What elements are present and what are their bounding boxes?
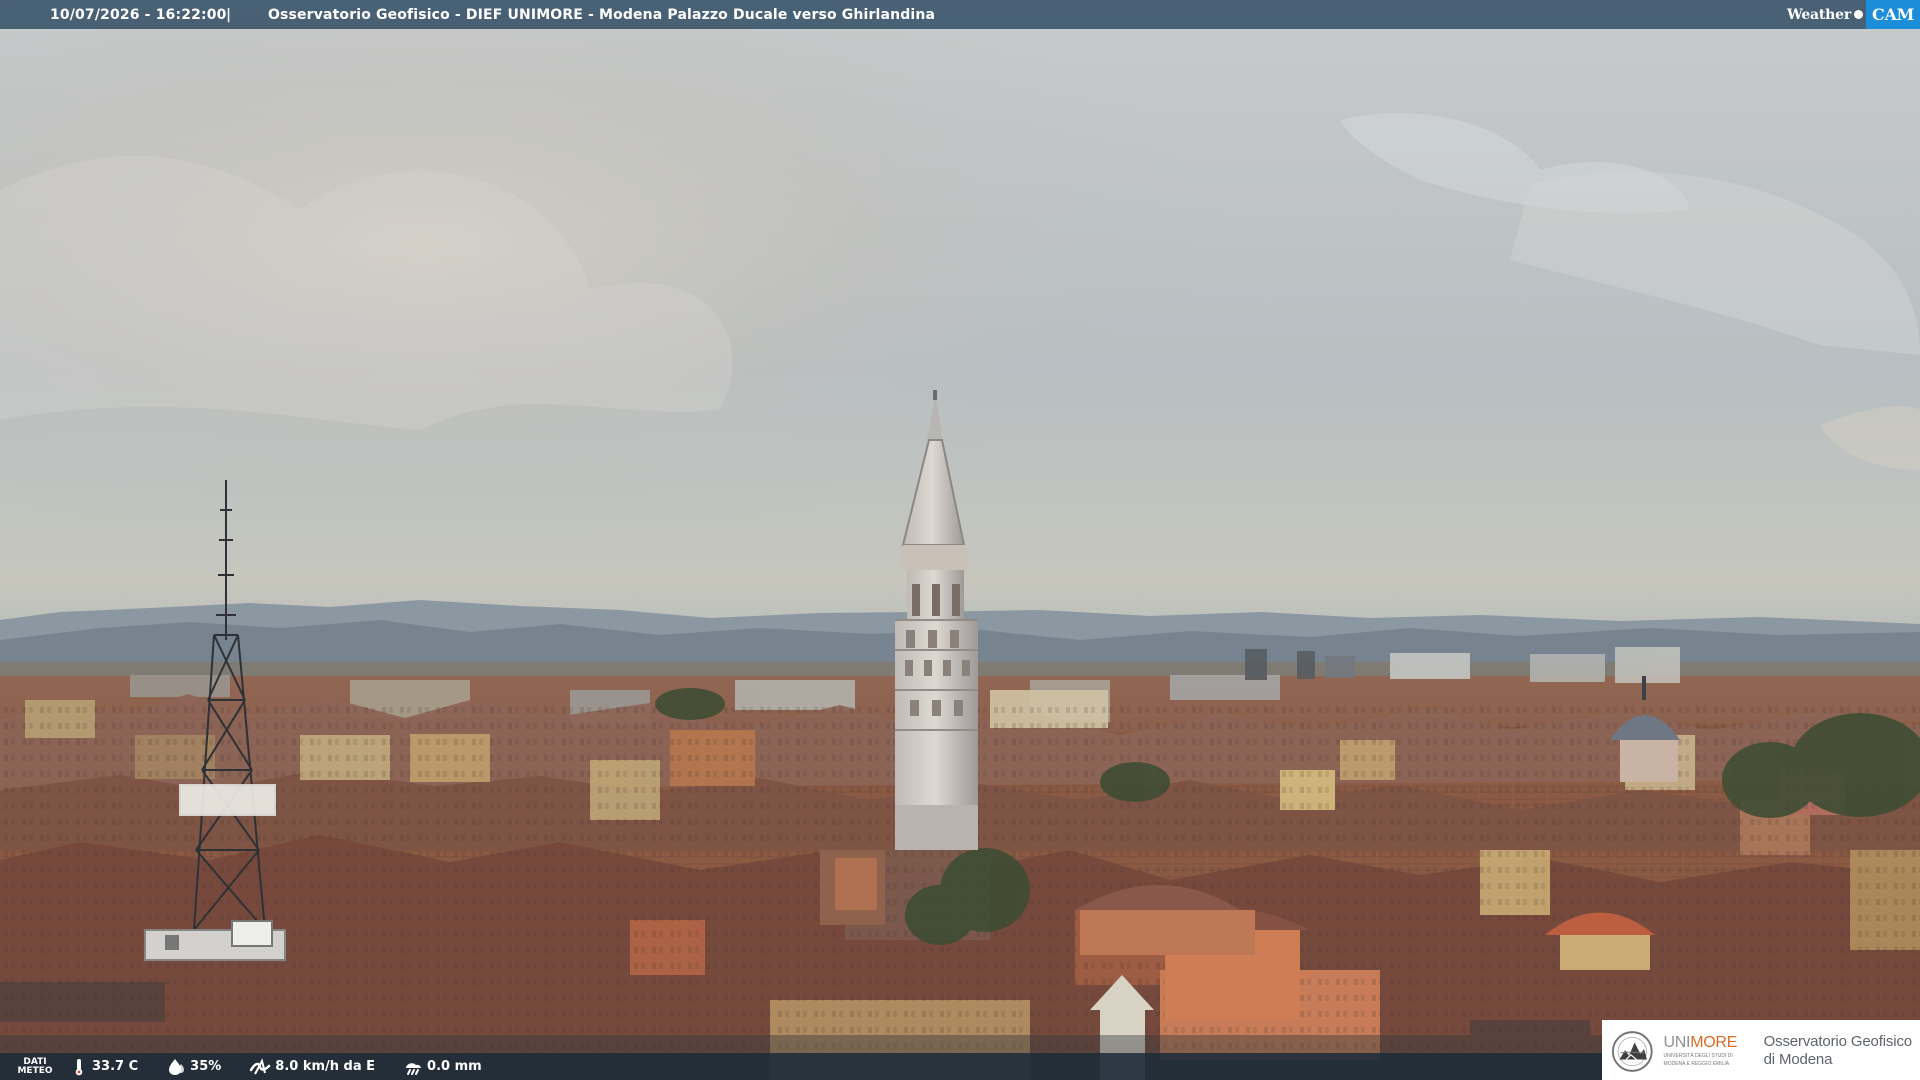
modena-city-skyline-scene — [0, 0, 1920, 1080]
temperature-reading: 33.7 C — [70, 1058, 138, 1076]
weathercam-dot-icon — [1854, 10, 1864, 19]
observatory-name: Osservatorio Geofisico di Modena — [1763, 1033, 1913, 1069]
camera-title: Osservatorio Geofisico - DIEF UNIMORE - … — [268, 6, 936, 23]
unimore-logo-box: UNIMORE UNIVERSITÀ DEGLI STUDI DI MODENA… — [1602, 1020, 1920, 1080]
observatory-line-2: di Modena — [1763, 1051, 1833, 1068]
unimore-wordmark: UNIMORE UNIVERSITÀ DEGLI STUDI DI MODENA… — [1663, 1034, 1750, 1068]
wind-value: 8.0 km/h da E — [275, 1059, 376, 1074]
wind-reading: 8.0 km/h da E — [249, 1057, 376, 1076]
more-text: MORE — [1690, 1034, 1738, 1051]
university-subtitle-line-1: UNIVERSITÀ DEGLI STUDI DI — [1663, 1053, 1733, 1059]
dati-meteo-label: DATI METEO — [0, 1053, 70, 1080]
rain-reading: 0.0 mm — [403, 1058, 482, 1076]
rain-icon — [406, 1062, 422, 1075]
timestamp: 10/07/2026 - 16:22:00 — [50, 6, 227, 23]
wind-icon — [250, 1057, 271, 1074]
camera-info-bar: 10/07/2026 - 16:22:00 | Osservatorio Geo… — [0, 0, 1920, 29]
temperature-value: 33.7 C — [92, 1059, 139, 1074]
thermometer-icon — [75, 1058, 83, 1075]
unimore-seal-icon — [1611, 1030, 1653, 1072]
webcam-view: 10/07/2026 - 16:22:00 | Osservatorio Geo… — [0, 0, 1920, 1080]
university-subtitle-line-2: MODENA E REGGIO EMILIA — [1663, 1061, 1730, 1067]
humidity-drop-icon — [169, 1058, 185, 1075]
rain-value: 0.0 mm — [427, 1059, 482, 1074]
humidity-value: 35% — [190, 1059, 222, 1074]
separator: | — [226, 6, 232, 23]
cam-brand-badge: CAM — [1866, 0, 1920, 29]
observatory-line-1: Osservatorio Geofisico — [1763, 1033, 1913, 1050]
meteo-text: METEO — [17, 1065, 53, 1076]
humidity-reading: 35% — [166, 1058, 221, 1076]
uni-text: UNI — [1663, 1034, 1691, 1051]
weather-brand-text: Weather — [1786, 6, 1852, 23]
weathercam-brand: Weather CAM — [1787, 0, 1920, 29]
